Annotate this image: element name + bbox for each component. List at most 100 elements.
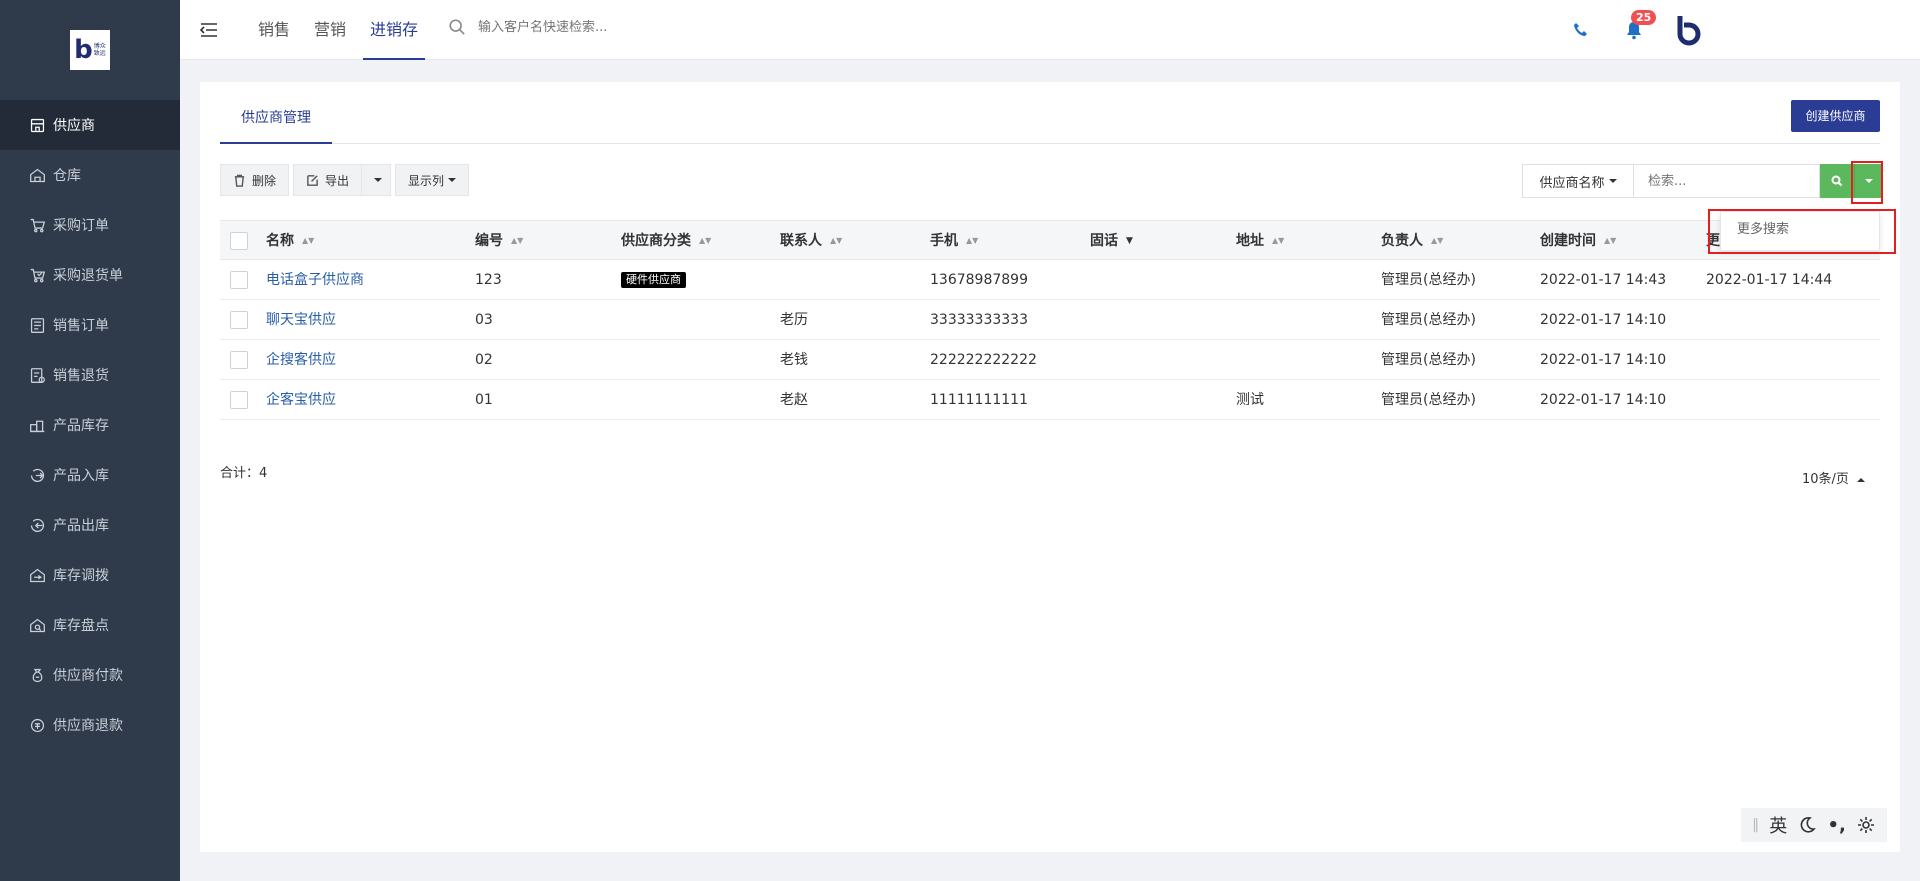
customer-search-input[interactable] xyxy=(478,19,718,35)
logo[interactable]: b 博众 致远 xyxy=(70,30,110,70)
sidebar-item-warehouse[interactable]: 仓库 xyxy=(0,150,180,200)
cell-owner: 管理员(总经办) xyxy=(1381,392,1476,408)
search-field-select[interactable]: 供应商名称 xyxy=(1522,164,1634,198)
sidebar-item-purchase-order[interactable]: 采购订单 xyxy=(0,200,180,250)
supplier-name-link[interactable]: 企客宝供应 xyxy=(266,380,336,420)
cell-owner: 管理员(总经办) xyxy=(1381,352,1476,368)
top-tab-sales[interactable]: 销售 xyxy=(251,0,297,60)
sidebar-item-purchase-return[interactable]: 采购退货单 xyxy=(0,250,180,300)
chevron-up-icon xyxy=(1857,477,1866,482)
table-row[interactable]: 企搜客供应 02 老钱 222222222222 管理员(总经办) 2022-0… xyxy=(220,340,1880,380)
top-nav: 销售 营销 进销存 xyxy=(251,0,435,60)
sidebar-item-sales-order[interactable]: 销售订单 xyxy=(0,300,180,350)
table-row[interactable]: 聊天宝供应 03 老历 33333333333 管理员(总经办) 2022-01… xyxy=(220,300,1880,340)
col-tel[interactable]: 固话 ▼ xyxy=(1090,221,1133,261)
sidebar-item-stock-in[interactable]: 产品入库 xyxy=(0,450,180,500)
sidebar-item-label: 供应商退款 xyxy=(53,718,123,734)
cell-owner: 管理员(总经办) xyxy=(1381,272,1476,288)
cell-mobile: 33333333333 xyxy=(930,312,1028,328)
col-owner[interactable]: 负责人 ▲▼ xyxy=(1381,221,1443,261)
page-size-label: 10条/页 xyxy=(1802,472,1849,487)
search-field-label: 供应商名称 xyxy=(1539,175,1605,191)
col-category[interactable]: 供应商分类 ▲▼ xyxy=(621,221,711,261)
drag-handle-icon[interactable]: ‖ xyxy=(1752,817,1759,833)
cell-created: 2022-01-17 14:43 xyxy=(1540,272,1667,288)
category-tag: 硬件供应商 xyxy=(621,272,686,288)
columns-button[interactable]: 显示列 xyxy=(395,164,470,196)
cell-owner: 管理员(总经办) xyxy=(1381,312,1476,328)
row-checkbox[interactable] xyxy=(230,391,248,409)
cell-category: 硬件供应商 xyxy=(621,260,686,300)
sidebar-item-label: 供应商 xyxy=(53,118,95,134)
supplier-table: 名称 ▲▼ 编号 ▲▼ 供应商分类 ▲▼ 联系人 ▲▼ 手机 ▲▼ 固话 ▼ 地址 ▲▼ 负责… xyxy=(220,220,1880,420)
punctuation-icon[interactable]: •, xyxy=(1827,815,1845,836)
delete-label: 删除 xyxy=(252,173,277,188)
warehouse-icon xyxy=(27,165,47,185)
edit-icon xyxy=(307,174,318,186)
cell-mobile: 11111111111 xyxy=(930,392,1028,408)
search-button[interactable] xyxy=(1820,164,1854,198)
sidebar-item-stock-transfer[interactable]: 库存调拨 xyxy=(0,550,180,600)
sort-icon: ▲▼ xyxy=(511,236,524,245)
cell-created: 2022-01-17 14:10 xyxy=(1540,312,1667,328)
top-tab-marketing[interactable]: 营销 xyxy=(307,0,353,60)
page-tabs: 供应商管理 xyxy=(220,108,1880,144)
supplier-name-link[interactable]: 电话盒子供应商 xyxy=(266,260,364,300)
stock-out-icon xyxy=(27,515,47,535)
row-checkbox[interactable] xyxy=(230,311,248,329)
tab-supplier-management[interactable]: 供应商管理 xyxy=(220,108,332,144)
top-tab-inventory[interactable]: 进销存 xyxy=(363,0,426,60)
delete-button[interactable]: 删除 xyxy=(220,164,290,196)
sort-icon: ▲▼ xyxy=(1272,236,1285,245)
sidebar-item-stock-out[interactable]: 产品出库 xyxy=(0,500,180,550)
sidebar-item-supplier-payment[interactable]: 供应商付款 xyxy=(0,650,180,700)
supplier-name-link[interactable]: 聊天宝供应 xyxy=(266,300,336,340)
cell-address: 测试 xyxy=(1236,392,1264,408)
export-button[interactable]: 导出 xyxy=(293,164,392,196)
export-dropdown-toggle[interactable] xyxy=(361,165,390,195)
create-supplier-button[interactable]: 创建供应商 xyxy=(1791,100,1880,132)
return-doc-icon xyxy=(27,365,47,385)
sidebar-item-label: 产品入库 xyxy=(53,468,109,484)
sidebar-item-label: 销售订单 xyxy=(53,318,109,334)
row-checkbox[interactable] xyxy=(230,351,248,369)
search-input[interactable] xyxy=(1634,164,1820,198)
sidebar-item-stocktake[interactable]: 库存盘点 xyxy=(0,600,180,650)
sort-icon: ▲▼ xyxy=(302,236,315,245)
logo-area: b 博众 致远 xyxy=(0,0,180,100)
sidebar-item-product-inventory[interactable]: 产品库存 xyxy=(0,400,180,450)
highlight-box xyxy=(1708,209,1896,254)
trash-icon xyxy=(234,174,245,187)
col-mobile[interactable]: 手机 ▲▼ xyxy=(930,221,978,261)
ime-lang-toggle[interactable]: 英 xyxy=(1769,812,1787,838)
brand-logo-icon[interactable] xyxy=(1676,14,1704,46)
page-size-select[interactable]: 10条/页 xyxy=(1802,468,1866,487)
col-contact[interactable]: 联系人 ▲▼ xyxy=(780,221,842,261)
select-all-checkbox[interactable] xyxy=(230,232,248,250)
phone-icon[interactable] xyxy=(1571,20,1591,40)
total-count: 合计：4 xyxy=(220,466,268,481)
moon-icon[interactable] xyxy=(1797,815,1817,835)
sidebar-item-supplier[interactable]: 供应商 xyxy=(0,100,180,150)
sidebar-item-label: 库存调拨 xyxy=(53,568,109,584)
table-row[interactable]: 电话盒子供应商 123 硬件供应商 13678987899 管理员(总经办) 2… xyxy=(220,260,1880,300)
gear-icon[interactable] xyxy=(1856,815,1876,835)
sidebar-item-sales-return[interactable]: 销售退货 xyxy=(0,350,180,400)
menu-collapse-icon[interactable] xyxy=(198,19,220,41)
columns-label: 显示列 xyxy=(408,173,445,188)
sort-desc-icon: ▼ xyxy=(1126,236,1133,246)
col-created[interactable]: 创建时间 ▲▼ xyxy=(1540,221,1616,261)
col-name[interactable]: 名称 ▲▼ xyxy=(266,221,314,261)
col-address[interactable]: 地址 ▲▼ xyxy=(1236,221,1284,261)
sidebar-item-supplier-refund[interactable]: 供应商退款 xyxy=(0,700,180,750)
table-row[interactable]: 企客宝供应 01 老赵 11111111111 测试 管理员(总经办) 2022… xyxy=(220,380,1880,420)
row-checkbox[interactable] xyxy=(230,271,248,289)
cart-return-icon xyxy=(27,265,47,285)
order-list-icon xyxy=(27,315,47,335)
sort-icon: ▲▼ xyxy=(830,236,843,245)
col-code[interactable]: 编号 ▲▼ xyxy=(475,221,523,261)
sidebar-item-label: 销售退货 xyxy=(53,368,109,384)
supplier-name-link[interactable]: 企搜客供应 xyxy=(266,340,336,380)
cell-contact: 老钱 xyxy=(780,352,808,368)
sort-icon: ▲▼ xyxy=(1604,236,1617,245)
